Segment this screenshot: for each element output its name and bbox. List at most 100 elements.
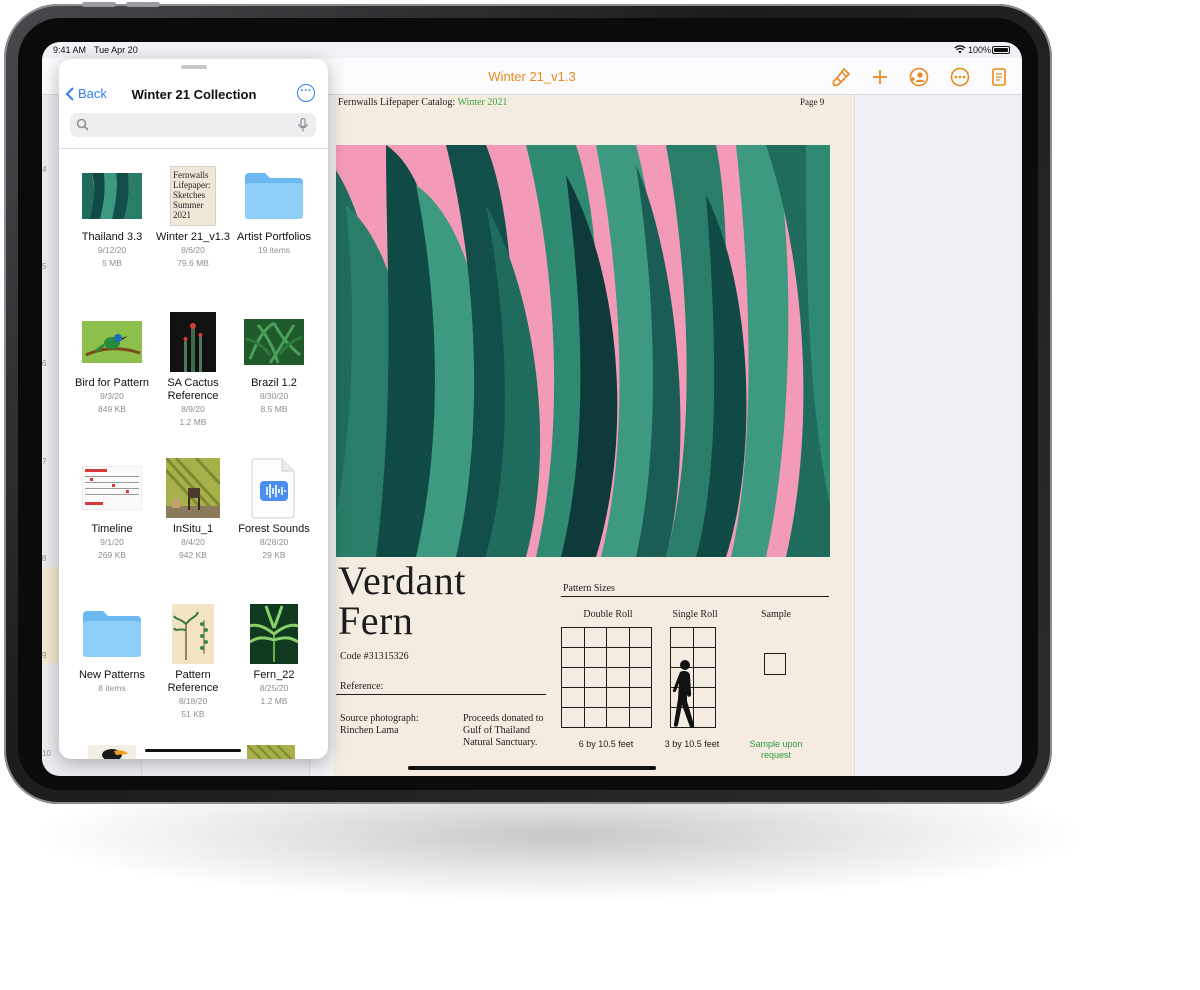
room-photo-thumbnail bbox=[149, 457, 237, 519]
sample-swatch bbox=[764, 653, 786, 675]
proceeds-text: Proceeds donated to Gulf of Thailand Nat… bbox=[463, 713, 544, 748]
file-size: 5 MB bbox=[102, 258, 122, 268]
sample-label: Sample bbox=[761, 609, 791, 620]
file-date: 9/1/20 bbox=[100, 537, 124, 547]
plus-icon[interactable] bbox=[869, 66, 891, 88]
files-slide-over: Back Winter 21 Collection ··· Thailand 3… bbox=[59, 59, 328, 759]
home-indicator[interactable] bbox=[408, 766, 656, 770]
page-number: 7 bbox=[42, 457, 47, 466]
file-size: 1.2 MB bbox=[260, 696, 288, 706]
file-name: SA Cactus Reference bbox=[167, 377, 219, 402]
sample-request-note[interactable]: Sample upon request bbox=[742, 739, 810, 761]
file-size: 51 KB bbox=[181, 709, 205, 719]
source-text: Source photograph: Rinchen Lama bbox=[340, 713, 419, 736]
folder-item[interactable]: Artist Portfolios 19 items bbox=[230, 165, 318, 257]
status-bar: 9:41 AM Tue Apr 20 100% bbox=[42, 42, 1022, 58]
pattern-thumbnail-peek bbox=[247, 745, 295, 759]
chevron-left-icon bbox=[65, 86, 74, 101]
document-page[interactable]: Fernwalls Lifepaper Catalog: Winter 2021… bbox=[334, 95, 854, 776]
file-item[interactable]: SA Cactus Reference 8/9/20 1.2 MB bbox=[149, 311, 237, 429]
sketch-cover-thumbnail: Fernwalls Lifepaper: Sketches Summer 202… bbox=[149, 165, 237, 227]
file-date: 9/3/20 bbox=[100, 391, 124, 401]
file-name: InSitu_1 bbox=[172, 523, 214, 535]
status-time: 9:41 AM bbox=[53, 45, 87, 55]
file-item[interactable]: Thailand 3.3 9/12/20 5 MB bbox=[68, 165, 156, 270]
calendar-sheet-thumbnail bbox=[68, 457, 156, 519]
file-item[interactable]: Fern_22 8/25/20 1.2 MB bbox=[230, 603, 318, 708]
reference-divider bbox=[336, 694, 546, 695]
header-prefix: Fernwalls Lifepaper Catalog: bbox=[338, 97, 456, 108]
botanical-print-thumbnail bbox=[149, 603, 237, 665]
screen: 9:41 AM Tue Apr 20 100% Winter 21_v1.3 4… bbox=[42, 42, 1022, 776]
ellipsis-icon[interactable]: ··· bbox=[297, 84, 315, 102]
file-date: 8/6/20 bbox=[181, 245, 205, 255]
canvas-margin-right bbox=[854, 95, 1022, 776]
product-name-line1: Verdant bbox=[338, 558, 466, 603]
fern-pattern-artwork[interactable] bbox=[336, 145, 830, 557]
volume-button bbox=[126, 2, 160, 7]
fern-photo-thumbnail bbox=[230, 603, 318, 665]
double-roll-label: Double Roll bbox=[583, 609, 633, 620]
file-name: Forest Sounds bbox=[238, 523, 310, 535]
file-date: 8/25/20 bbox=[259, 683, 289, 693]
file-name: Fern_22 bbox=[253, 669, 295, 681]
double-roll-grid bbox=[561, 627, 652, 728]
file-size: 942 KB bbox=[179, 550, 207, 560]
file-date: 8/9/20 bbox=[181, 404, 205, 414]
file-size: 1.2 MB bbox=[179, 417, 207, 427]
file-size: 269 KB bbox=[98, 550, 126, 560]
single-roll-dimension: 3 by 10.5 feet bbox=[664, 739, 720, 749]
audio-file-icon bbox=[230, 457, 318, 519]
collaborate-icon[interactable] bbox=[908, 66, 930, 88]
back-button[interactable]: Back bbox=[65, 86, 107, 101]
file-size: 8.5 MB bbox=[260, 404, 288, 414]
page-number: 6 bbox=[42, 359, 47, 368]
folder-name: Artist Portfolios bbox=[237, 231, 311, 243]
search-field[interactable] bbox=[70, 113, 316, 137]
document-icon[interactable] bbox=[988, 66, 1010, 88]
bird-photo-thumbnail bbox=[68, 311, 156, 373]
page-number: 8 bbox=[42, 554, 47, 563]
page-number: 10 bbox=[42, 749, 51, 758]
panel-grabber[interactable] bbox=[181, 65, 207, 69]
jungle-leaves-thumbnail bbox=[68, 165, 156, 227]
file-item[interactable]: Fernwalls Lifepaper: Sketches Summer 202… bbox=[149, 165, 237, 270]
folder-icon bbox=[68, 603, 156, 665]
search-icon bbox=[76, 118, 89, 131]
panel-home-indicator[interactable] bbox=[145, 749, 241, 752]
ipad-device: 9:41 AM Tue Apr 20 100% Winter 21_v1.3 4… bbox=[4, 2, 1052, 804]
file-name: Winter 21_v1.3 bbox=[156, 231, 230, 243]
folder-name: New Patterns bbox=[78, 669, 146, 681]
document-title[interactable]: Winter 21_v1.3 bbox=[422, 69, 642, 84]
file-date: 8/4/20 bbox=[181, 537, 205, 547]
file-date: 8/28/20 bbox=[259, 537, 289, 547]
paintbrush-icon[interactable] bbox=[830, 66, 852, 88]
single-roll-label: Single Roll bbox=[672, 609, 718, 620]
file-date: 8/18/20 bbox=[178, 696, 208, 706]
file-size: 79.6 MB bbox=[177, 258, 209, 268]
search-input[interactable] bbox=[94, 116, 284, 134]
wifi-icon bbox=[954, 45, 966, 54]
file-item[interactable]: Brazil 1.2 8/30/20 8.5 MB bbox=[230, 311, 318, 416]
cover-text: Fernwalls Lifepaper: Sketches Summer 202… bbox=[170, 166, 216, 226]
file-name: Brazil 1.2 bbox=[251, 377, 297, 389]
panel-title: Winter 21 Collection bbox=[131, 87, 257, 102]
file-item[interactable]: Timeline 9/1/20 269 KB bbox=[68, 457, 156, 562]
folder-count: 19 items bbox=[257, 245, 291, 255]
palm-pattern-thumbnail bbox=[230, 311, 318, 373]
page-header: Fernwalls Lifepaper Catalog: Winter 2021 bbox=[338, 97, 507, 108]
microphone-icon[interactable] bbox=[298, 118, 308, 132]
file-item[interactable]: Pattern Reference 8/18/20 51 KB bbox=[149, 603, 237, 721]
toucan-thumbnail-peek bbox=[88, 745, 136, 759]
file-item[interactable]: InSitu_1 8/4/20 942 KB bbox=[149, 457, 237, 562]
file-date: 9/12/20 bbox=[97, 245, 127, 255]
product-name: Verdant Fern bbox=[338, 561, 466, 641]
header-accent: Winter 2021 bbox=[457, 97, 508, 108]
more-icon[interactable] bbox=[949, 66, 971, 88]
folder-item[interactable]: New Patterns 8 items bbox=[68, 603, 156, 695]
folder-count: 8 items bbox=[98, 683, 126, 693]
product-name-line2: Fern bbox=[338, 598, 414, 643]
file-date: 8/30/20 bbox=[259, 391, 289, 401]
file-item[interactable]: Forest Sounds 8/28/20 29 KB bbox=[230, 457, 318, 562]
file-item[interactable]: Bird for Pattern 9/3/20 849 KB bbox=[68, 311, 156, 416]
